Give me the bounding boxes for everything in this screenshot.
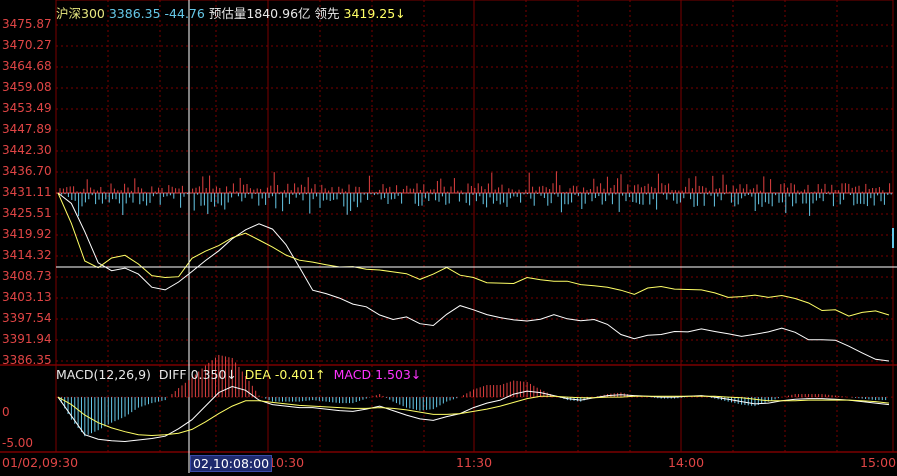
price-tick-label: 3447.89 — [2, 122, 52, 136]
stock-chart[interactable]: 沪深300 3386.35 -44.76 预估量1840.96亿 领先 3419… — [0, 0, 897, 473]
volume-label: 预估量 — [208, 6, 247, 21]
dea-value: -0.401↑ — [274, 367, 326, 382]
crosshair-time-label: 02,10:08:00 — [190, 455, 273, 472]
lead-value: 3419.25↓ — [343, 6, 406, 21]
dea-label: DEA — [244, 367, 271, 382]
price-tick-label: 3436.70 — [2, 164, 52, 178]
index-price: 3386.35 — [108, 6, 161, 21]
price-tick-label: 3464.68 — [2, 59, 52, 73]
chart-canvas[interactable] — [0, 0, 897, 473]
price-tick-label: 3408.73 — [2, 269, 52, 283]
price-tick-label: 3419.92 — [2, 227, 52, 241]
price-tick-label: 3475.87 — [2, 17, 52, 31]
lead-label: 领先 — [314, 6, 340, 21]
price-tick-label: 3442.30 — [2, 143, 52, 157]
diff-value: 0.350↓ — [190, 367, 237, 382]
price-tick-label: 3414.32 — [2, 248, 52, 262]
price-tick-label: 3431.11 — [2, 185, 52, 199]
price-tick-label: 3459.08 — [2, 80, 52, 94]
time-label-1030: 10:30 — [268, 455, 305, 470]
macd-header: MACD(12,26,9) DIFF 0.350↓ DEA -0.401↑ MA… — [56, 367, 421, 382]
price-tick-label: 3425.51 — [2, 206, 52, 220]
price-tick-label: 3453.49 — [2, 101, 52, 115]
price-tick-label: 3386.35 — [2, 353, 52, 367]
index-name: 沪深300 — [56, 6, 105, 21]
macd-label: MACD — [333, 367, 372, 382]
macd-value: 1.503↓ — [375, 367, 422, 382]
time-label-open: 01/02,09:30 — [2, 455, 79, 470]
price-tick-label: 3470.27 — [2, 38, 52, 52]
macd-min-label: -5.00 — [2, 436, 34, 450]
price-tick-label: 3397.54 — [2, 311, 52, 325]
volume-value: 1840.96亿 — [246, 6, 311, 21]
macd-zero-label: 0 — [2, 405, 10, 419]
price-tick-label: 3391.94 — [2, 332, 52, 346]
chart-header: 沪深300 3386.35 -44.76 预估量1840.96亿 领先 3419… — [56, 3, 406, 22]
index-change: -44.76 — [164, 6, 205, 21]
time-label-1500: 15:00 — [860, 455, 897, 470]
time-label-1400: 14:00 — [668, 455, 705, 470]
macd-indicator-label: MACD(12,26,9) — [56, 367, 151, 382]
price-tick-label: 3403.13 — [2, 290, 52, 304]
time-label-1130: 11:30 — [456, 455, 493, 470]
diff-label: DIFF — [158, 367, 187, 382]
